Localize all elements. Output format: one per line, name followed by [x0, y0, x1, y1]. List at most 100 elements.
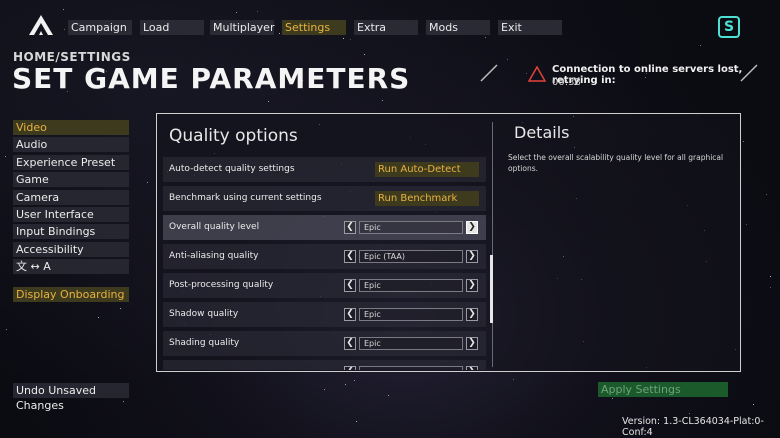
star: [268, 101, 269, 102]
chevron-right-icon[interactable]: ❯: [466, 279, 478, 292]
reconnect-countdown: 00:38: [552, 77, 581, 88]
benchmark-row: Benchmark using current settings Run Ben…: [163, 186, 486, 211]
star: [382, 100, 383, 101]
game-logo-icon: [29, 15, 53, 35]
star: [689, 413, 690, 414]
setting-label: Benchmark using current settings: [169, 193, 322, 203]
star: [356, 421, 357, 422]
panel-divider: [492, 122, 493, 367]
star: [343, 38, 344, 39]
star: [753, 404, 754, 405]
star: [526, 73, 527, 74]
chevron-right-icon[interactable]: ❯: [466, 308, 478, 321]
sidebar-item-input-bindings[interactable]: Input Bindings: [13, 224, 129, 239]
version-label: Version: 1.3-CL364034-Plat:0-Conf:4: [622, 416, 764, 438]
shading-quality-row[interactable]: Shading quality ❮ Epic ❯: [163, 331, 486, 356]
nav-load[interactable]: Load: [140, 20, 204, 35]
star: [746, 224, 747, 225]
chevron-left-icon: ❮: [344, 366, 356, 370]
sidebar-item-audio[interactable]: Audio: [13, 137, 129, 152]
setting-label: Overall quality level: [169, 222, 260, 232]
sidebar-item-game[interactable]: Game: [13, 172, 129, 187]
nav-multiplayer[interactable]: Multiplayer: [210, 20, 274, 35]
post-processing-row[interactable]: Post-processing quality ❮ Epic ❯: [163, 273, 486, 298]
sidebar-item-accessibility[interactable]: Accessibility: [13, 242, 129, 257]
star: [147, 182, 148, 183]
star: [743, 141, 744, 142]
star: [354, 380, 355, 381]
star: [98, 317, 99, 318]
connection-warning-message: Connection to online servers lost, retry…: [552, 64, 743, 86]
star: [770, 287, 771, 288]
decorative-slash-icon: [480, 64, 498, 82]
star: [123, 401, 124, 402]
star: [485, 37, 486, 38]
nav-campaign[interactable]: Campaign: [68, 20, 132, 35]
overall-quality-row[interactable]: Overall quality level ❮ Epic ❯: [163, 215, 486, 240]
star: [364, 54, 365, 55]
chevron-left-icon[interactable]: ❮: [344, 250, 356, 263]
sidebar-item-experience-preset[interactable]: Experience Preset: [13, 155, 129, 170]
chevron-right-icon[interactable]: ❯: [466, 250, 478, 263]
star: [257, 11, 258, 12]
setting-value: Epic (TAA): [359, 250, 463, 263]
chevron-right-icon[interactable]: ❯: [466, 337, 478, 350]
run-auto-detect-button[interactable]: Run Auto-Detect: [375, 162, 479, 177]
star: [700, 45, 701, 46]
star: [120, 308, 121, 309]
star: [345, 384, 346, 385]
warning-triangle-icon: [528, 66, 546, 82]
chevron-right-icon[interactable]: ❯: [466, 221, 478, 234]
auto-detect-row: Auto-detect quality settings Run Auto-De…: [163, 157, 486, 182]
star: [766, 194, 767, 195]
chevron-left-icon[interactable]: ❮: [344, 308, 356, 321]
partial-row: ❮ ❯: [163, 360, 486, 370]
setting-label: Auto-detect quality settings: [169, 164, 295, 174]
nav-extra[interactable]: Extra: [354, 20, 418, 35]
chevron-right-icon: ❯: [466, 366, 478, 370]
details-title: Details: [514, 123, 570, 142]
star: [63, 9, 64, 10]
chevron-left-icon[interactable]: ❮: [344, 279, 356, 292]
nav-settings[interactable]: Settings: [282, 20, 346, 35]
nav-mods[interactable]: Mods: [426, 20, 490, 35]
quality-options-title: Quality options: [169, 126, 298, 146]
sidebar-item-camera[interactable]: Camera: [13, 190, 129, 205]
star: [324, 389, 325, 390]
setting-label: Anti-aliasing quality: [169, 251, 259, 261]
star: [507, 59, 508, 60]
sidebar-item-user-interface[interactable]: User Interface: [13, 207, 129, 222]
display-onboarding-button[interactable]: Display Onboarding: [13, 287, 129, 302]
chevron-left-icon[interactable]: ❮: [344, 221, 356, 234]
undo-unsaved-changes-button[interactable]: Undo Unsaved Changes: [13, 383, 129, 412]
anti-aliasing-row[interactable]: Anti-aliasing quality ❮ Epic (TAA) ❯: [163, 244, 486, 269]
star: [388, 395, 389, 396]
apply-settings-button[interactable]: Apply Settings: [598, 382, 728, 397]
sidebar-item-language[interactable]: 文 ↔ A: [13, 259, 129, 274]
star: [770, 276, 771, 277]
shadow-quality-row[interactable]: Shadow quality ❮ Epic ❯: [163, 302, 486, 327]
scrollbar-thumb[interactable]: [490, 255, 493, 323]
setting-label: Shadow quality: [169, 309, 239, 319]
page-title: SET GAME PARAMETERS: [12, 62, 411, 95]
chevron-left-icon[interactable]: ❮: [344, 337, 356, 350]
star: [513, 379, 514, 380]
details-description: Select the overall scalability quality l…: [508, 153, 724, 173]
setting-value: Epic: [359, 279, 463, 292]
star: [64, 29, 65, 30]
star: [5, 156, 6, 157]
brand-badge-icon: S: [718, 16, 740, 38]
star: [279, 33, 280, 34]
star: [350, 39, 351, 40]
setting-label: Shading quality: [169, 338, 240, 348]
run-benchmark-button[interactable]: Run Benchmark: [375, 191, 479, 206]
setting-value: Epic: [359, 308, 463, 321]
star: [236, 12, 237, 13]
nav-exit[interactable]: Exit: [498, 20, 562, 35]
setting-value: Epic: [359, 221, 463, 234]
sidebar-item-video[interactable]: Video: [13, 120, 129, 135]
setting-label: Post-processing quality: [169, 280, 274, 290]
star: [6, 329, 7, 330]
setting-value: [359, 366, 463, 370]
setting-value: Epic: [359, 337, 463, 350]
